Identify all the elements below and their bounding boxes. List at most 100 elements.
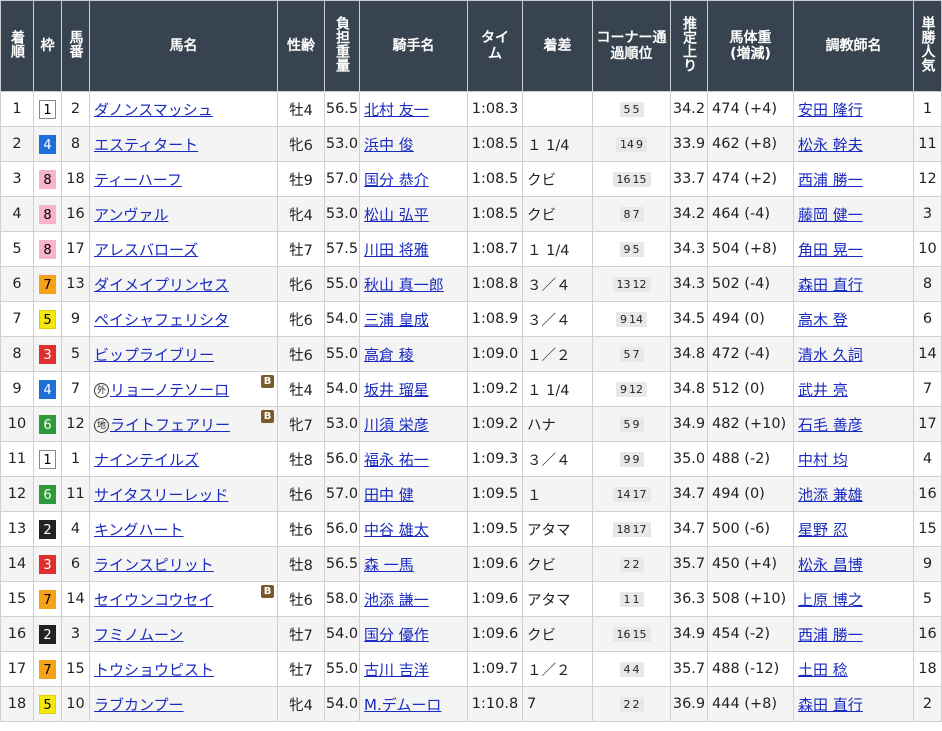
popularity-cell: 1	[913, 91, 942, 127]
rank-cell: 1	[0, 91, 34, 127]
horse-name-link[interactable]: エスティタート	[94, 136, 198, 154]
jockey-link[interactable]: 北村 友一	[364, 101, 429, 119]
margin-cell: １ 1/4	[522, 126, 593, 162]
waku-cell: 3	[33, 336, 62, 372]
horse-cell: フミノムーン	[89, 616, 278, 652]
horse-name-link[interactable]: ラブカンプー	[94, 696, 184, 714]
popularity-cell: 6	[913, 301, 942, 337]
jockey-link[interactable]: 松山 弘平	[364, 206, 429, 224]
time-cell: 1:09.2	[467, 406, 523, 442]
trainer-link[interactable]: 石毛 善彦	[798, 416, 863, 434]
corner-position: 15	[632, 173, 647, 186]
table-row: 6 7 13 ダイメイプリンセス 牝6 55.0 秋山 真一郎 1:08.8 ３／４ 13 12 34…	[0, 266, 942, 302]
horse-name-link[interactable]: キングハート	[94, 521, 184, 539]
horse-number-cell: 10	[61, 686, 90, 722]
weight-cell: 55.0	[324, 336, 360, 372]
jockey-link[interactable]: 川須 栄彦	[364, 416, 429, 434]
corner-position: 9	[636, 138, 643, 151]
trainer-link[interactable]: 安田 隆行	[798, 101, 863, 119]
trainer-link[interactable]: 西浦 勝一	[798, 171, 863, 189]
horse-name-link[interactable]: アレスバローズ	[94, 241, 198, 259]
trainer-link[interactable]: 西浦 勝一	[798, 626, 863, 644]
trainer-link[interactable]: 清水 久詞	[798, 346, 863, 364]
horse-number-cell: 18	[61, 161, 90, 197]
time-cell: 1:09.6	[467, 546, 523, 582]
jockey-link[interactable]: 高倉 稜	[364, 346, 414, 364]
trainer-link[interactable]: 松永 昌博	[798, 556, 863, 574]
jockey-link[interactable]: 中谷 雄太	[364, 521, 429, 539]
sexage-cell: 牡8	[277, 546, 325, 582]
weight-cell: 57.0	[324, 161, 360, 197]
jockey-cell: 国分 恭介	[359, 161, 468, 197]
trainer-cell: 松永 幹夫	[793, 126, 914, 162]
horse-name-link[interactable]: フミノムーン	[94, 626, 183, 644]
trainer-link[interactable]: 森田 直行	[798, 276, 863, 294]
corner-box: 18 17	[612, 522, 651, 537]
horse-name-link[interactable]: トウショウピスト	[94, 661, 214, 679]
table-row: 2 4 8 エスティタート 牝6 53.0 浜中 俊 1:08.5 １ 1/4 14 9 33.9 46…	[0, 126, 942, 162]
horse-name-link[interactable]: ライトフェアリー	[110, 416, 230, 434]
popularity-cell: 4	[913, 441, 942, 477]
jockey-link[interactable]: 川田 将雅	[364, 241, 429, 259]
trainer-link[interactable]: 高木 登	[798, 311, 848, 329]
jockey-link[interactable]: 森 一馬	[364, 556, 414, 574]
horse-name-link[interactable]: ペイシャフェリシタ	[94, 311, 229, 329]
horse-name-link[interactable]: セイウンコウセイ	[94, 591, 213, 609]
horse-cell: セイウンコウセイ B	[89, 581, 278, 617]
jockey-link[interactable]: 坂井 瑠星	[364, 381, 429, 399]
horse-number-cell: 9	[61, 301, 90, 337]
waku-badge: 6	[39, 484, 56, 504]
bodyweight-cell: 508 (+10)	[707, 581, 794, 617]
horse-name-link[interactable]: サイタスリーレッド	[94, 486, 228, 504]
jockey-link[interactable]: 福永 祐一	[364, 451, 429, 469]
trainer-link[interactable]: 森田 直行	[798, 696, 863, 714]
horse-name-link[interactable]: ナインテイルズ	[94, 451, 199, 469]
jockey-link[interactable]: 三浦 皇成	[364, 311, 429, 329]
bodyweight-cell: 472 (-4)	[707, 336, 794, 372]
corner-box: 59	[619, 417, 644, 432]
table-row: 9 4 7 外リョーノテソーロ B 牡4 54.0 坂井 瑠星 1:09.2 １ 1/4 9 12 34…	[0, 371, 942, 407]
horse-name-link[interactable]: ティーハーフ	[94, 171, 182, 189]
trainer-link[interactable]: 藤岡 健一	[798, 206, 863, 224]
jockey-link[interactable]: 国分 恭介	[364, 171, 429, 189]
horse-number-cell: 7	[61, 371, 90, 407]
trainer-link[interactable]: 武井 亮	[798, 381, 848, 399]
agari-cell: 35.7	[670, 546, 708, 582]
agari-cell: 34.9	[670, 406, 708, 442]
trainer-link[interactable]: 星野 忍	[798, 521, 848, 539]
agari-cell: 34.5	[670, 301, 708, 337]
jockey-link[interactable]: 田中 健	[364, 486, 414, 504]
horse-name-link[interactable]: アンヴァル	[94, 206, 168, 224]
header-number: 馬番	[61, 0, 90, 92]
corner-position: 13	[616, 278, 631, 291]
jockey-link[interactable]: M.デムーロ	[364, 696, 441, 714]
horse-name-link[interactable]: ダノンスマッシュ	[94, 101, 213, 119]
horse-number-cell: 5	[61, 336, 90, 372]
horse-cell: 地ライトフェアリー B	[89, 406, 278, 442]
jockey-link[interactable]: 浜中 俊	[364, 136, 414, 154]
jockey-cell: 坂井 瑠星	[359, 371, 468, 407]
trainer-link[interactable]: 上原 博之	[798, 591, 863, 609]
horse-name-link[interactable]: リョーノテソーロ	[110, 381, 229, 399]
trainer-link[interactable]: 角田 晃一	[798, 241, 863, 259]
trainer-link[interactable]: 土田 稔	[798, 661, 848, 679]
margin-cell: アタマ	[522, 581, 593, 617]
jockey-link[interactable]: 池添 謙一	[364, 591, 429, 609]
jockey-link[interactable]: 秋山 真一郎	[364, 276, 444, 294]
trainer-link[interactable]: 池添 兼雄	[798, 486, 863, 504]
horse-name-link[interactable]: ラインスピリット	[94, 556, 214, 574]
jockey-cell: 国分 優作	[359, 616, 468, 652]
corner-box: 22	[619, 557, 644, 572]
waku-badge: 7	[39, 589, 56, 609]
horse-cell: ペイシャフェリシタ	[89, 301, 278, 337]
horse-name-link[interactable]: ダイメイプリンセス	[94, 276, 229, 294]
trainer-link[interactable]: 松永 幹夫	[798, 136, 863, 154]
jockey-link[interactable]: 古川 吉洋	[364, 661, 429, 679]
waku-badge: 8	[39, 169, 56, 189]
jockey-cell: 高倉 稜	[359, 336, 468, 372]
trainer-link[interactable]: 中村 均	[798, 451, 848, 469]
jockey-link[interactable]: 国分 優作	[364, 626, 429, 644]
horse-name-link[interactable]: ビップライブリー	[94, 346, 214, 364]
table-row: 5 8 17 アレスバローズ 牡7 57.5 川田 将雅 1:08.7 １ 1/4 9 5 34.3 5…	[0, 231, 942, 267]
trainer-cell: 角田 晃一	[793, 231, 914, 267]
